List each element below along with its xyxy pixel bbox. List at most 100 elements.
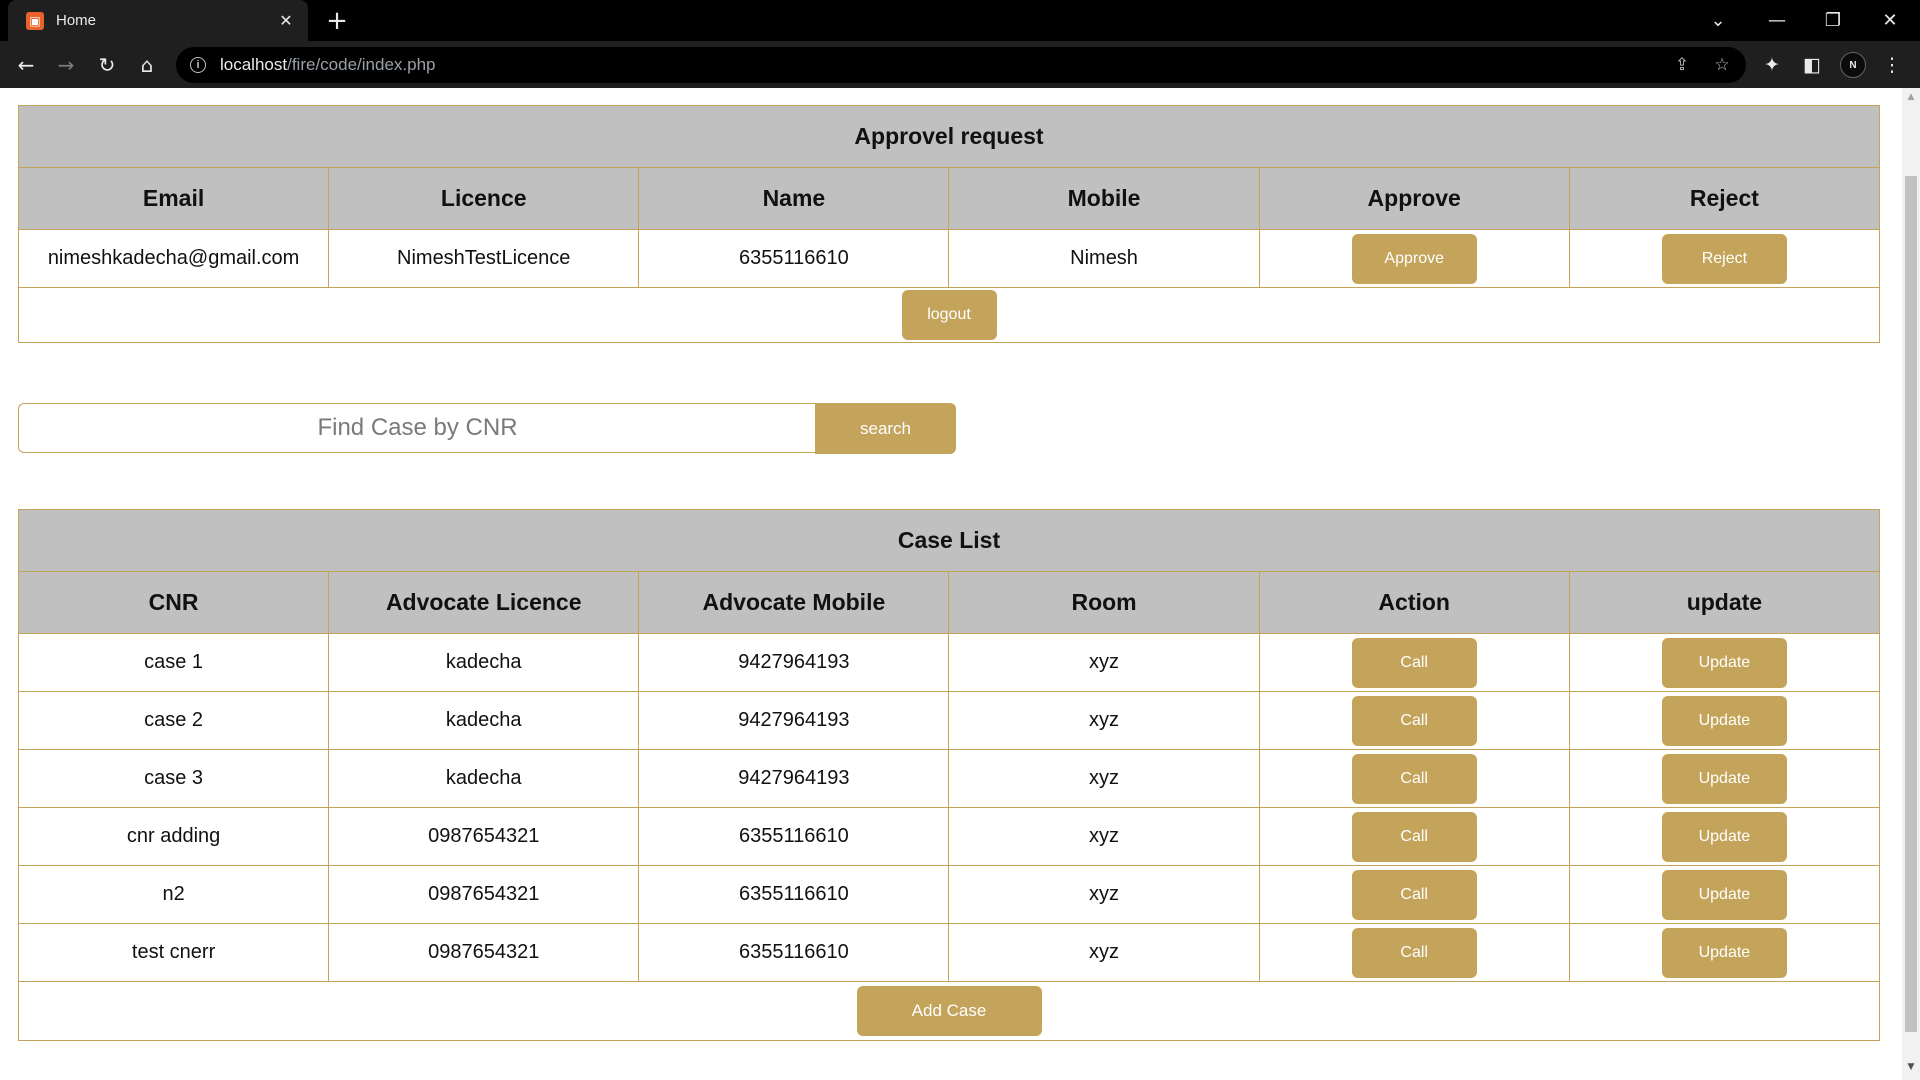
table-row: nimeshkadecha@gmail.com NimeshTestLicenc… <box>17 229 1881 288</box>
column-header-reject: Reject <box>1568 167 1881 230</box>
table-row: case 3 kadecha 9427964193 xyz Call Updat… <box>17 749 1881 808</box>
call-button[interactable]: Call <box>1351 695 1477 746</box>
cell-action: Call <box>1258 633 1570 692</box>
search-button[interactable]: search <box>815 403 956 454</box>
cell-advocate-mobile: 6355116610 <box>638 807 950 866</box>
update-button[interactable]: Update <box>1661 869 1787 920</box>
new-tab-icon[interactable]: + <box>322 6 352 36</box>
column-header-cnr: CNR <box>17 571 330 634</box>
call-button[interactable]: Call <box>1351 753 1477 804</box>
cell-room: xyz <box>948 807 1260 866</box>
cnr-search-input[interactable] <box>18 403 816 453</box>
browser-tabstrip: ▣ Home ✕ + ⌄ — ❐ ✕ <box>0 0 1920 41</box>
cell-approve: Approve <box>1258 229 1570 288</box>
cell-advocate-licence: 0987654321 <box>328 923 640 982</box>
scroll-down-arrow-icon[interactable]: ▼ <box>1902 1058 1920 1076</box>
case-list-title: Case List <box>18 509 1880 572</box>
scrollbar-thumb[interactable] <box>1905 176 1917 1032</box>
cell-action: Call <box>1258 923 1570 982</box>
update-button[interactable]: Update <box>1661 753 1787 804</box>
cell-advocate-mobile: 6355116610 <box>638 865 950 924</box>
call-button[interactable]: Call <box>1351 637 1477 688</box>
table-row: n2 0987654321 6355116610 xyz Call Update <box>17 865 1881 924</box>
site-info-icon[interactable]: i <box>190 57 206 73</box>
cell-room: xyz <box>948 865 1260 924</box>
address-bar[interactable]: i localhost/fire/code/index.php ⇪ ☆ <box>176 47 1746 83</box>
minimize-icon[interactable]: — <box>1757 0 1797 41</box>
page-viewport: Approvel request Email Licence Name Mobi… <box>0 88 1920 1080</box>
column-header-licence: Licence <box>328 167 640 230</box>
cell-update: Update <box>1568 749 1881 808</box>
cell-advocate-licence: 0987654321 <box>328 865 640 924</box>
cell-advocate-licence: kadecha <box>328 633 640 692</box>
case-list-footer: Add Case <box>18 981 1880 1041</box>
table-row: case 2 kadecha 9427964193 xyz Call Updat… <box>17 691 1881 750</box>
cell-update: Update <box>1568 865 1881 924</box>
cell-action: Call <box>1258 865 1570 924</box>
cell-cnr: case 1 <box>17 633 330 692</box>
cell-cnr: cnr adding <box>17 807 330 866</box>
cell-update: Update <box>1568 807 1881 866</box>
add-case-button[interactable]: Add Case <box>856 986 1042 1036</box>
update-button[interactable]: Update <box>1661 637 1787 688</box>
profile-avatar[interactable]: N <box>1840 52 1866 78</box>
cell-mobile: Nimesh <box>948 229 1260 288</box>
case-list-table: Case List CNR Advocate Licence Advocate … <box>17 509 1881 1041</box>
call-button[interactable]: Call <box>1351 869 1477 920</box>
cell-action: Call <box>1258 691 1570 750</box>
cell-reject: Reject <box>1568 229 1881 288</box>
table-row: case 1 kadecha 9427964193 xyz Call Updat… <box>17 633 1881 692</box>
window-close-icon[interactable]: ✕ <box>1870 0 1910 41</box>
update-button[interactable]: Update <box>1661 695 1787 746</box>
scroll-up-arrow-icon[interactable]: ▲ <box>1902 88 1920 106</box>
extensions-icon[interactable]: ✦ <box>1760 53 1784 77</box>
reload-icon[interactable]: ↻ <box>91 49 123 81</box>
cnr-search-form: search <box>18 403 956 455</box>
cell-action: Call <box>1258 749 1570 808</box>
close-tab-icon[interactable]: ✕ <box>276 11 296 30</box>
approval-request-table: Approvel request Email Licence Name Mobi… <box>17 105 1881 343</box>
bookmark-star-icon[interactable]: ☆ <box>1712 55 1732 75</box>
cell-room: xyz <box>948 923 1260 982</box>
update-button[interactable]: Update <box>1661 927 1787 978</box>
cell-advocate-mobile: 9427964193 <box>638 749 950 808</box>
update-button[interactable]: Update <box>1661 811 1787 862</box>
forward-icon[interactable]: → <box>50 49 82 81</box>
back-icon[interactable]: ← <box>10 49 42 81</box>
cell-advocate-licence: kadecha <box>328 749 640 808</box>
home-icon[interactable]: ⌂ <box>131 49 163 81</box>
restore-icon[interactable]: ❐ <box>1813 0 1853 41</box>
cell-advocate-licence: kadecha <box>328 691 640 750</box>
call-button[interactable]: Call <box>1351 927 1477 978</box>
cell-cnr: test cnerr <box>17 923 330 982</box>
cell-advocate-mobile: 6355116610 <box>638 923 950 982</box>
cell-room: xyz <box>948 691 1260 750</box>
reject-button[interactable]: Reject <box>1661 233 1787 284</box>
cell-name: 6355116610 <box>638 229 950 288</box>
cell-room: xyz <box>948 633 1260 692</box>
column-header-mobile: Mobile <box>948 167 1260 230</box>
column-header-approve: Approve <box>1258 167 1570 230</box>
cell-cnr: case 2 <box>17 691 330 750</box>
tab-title: Home <box>56 12 97 29</box>
cell-update: Update <box>1568 633 1881 692</box>
browser-toolbar: ← → ↻ ⌂ i localhost/fire/code/index.php … <box>0 41 1920 88</box>
cell-update: Update <box>1568 691 1881 750</box>
cell-advocate-licence: 0987654321 <box>328 807 640 866</box>
menu-icon[interactable]: ⋮ <box>1880 53 1904 77</box>
cell-advocate-mobile: 9427964193 <box>638 633 950 692</box>
cell-advocate-mobile: 9427964193 <box>638 691 950 750</box>
cell-room: xyz <box>948 749 1260 808</box>
tab-search-icon[interactable]: ⌄ <box>1698 0 1738 41</box>
column-header-name: Name <box>638 167 950 230</box>
column-header-room: Room <box>948 571 1260 634</box>
browser-tab[interactable]: ▣ Home ✕ <box>8 0 308 41</box>
address-url: localhost/fire/code/index.php <box>220 55 436 74</box>
logout-button[interactable]: logout <box>901 290 997 340</box>
side-panel-icon[interactable]: ◧ <box>1800 53 1824 77</box>
cell-update: Update <box>1568 923 1881 982</box>
call-button[interactable]: Call <box>1351 811 1477 862</box>
approve-button[interactable]: Approve <box>1351 233 1477 284</box>
cell-cnr: case 3 <box>17 749 330 808</box>
share-icon[interactable]: ⇪ <box>1672 55 1692 75</box>
